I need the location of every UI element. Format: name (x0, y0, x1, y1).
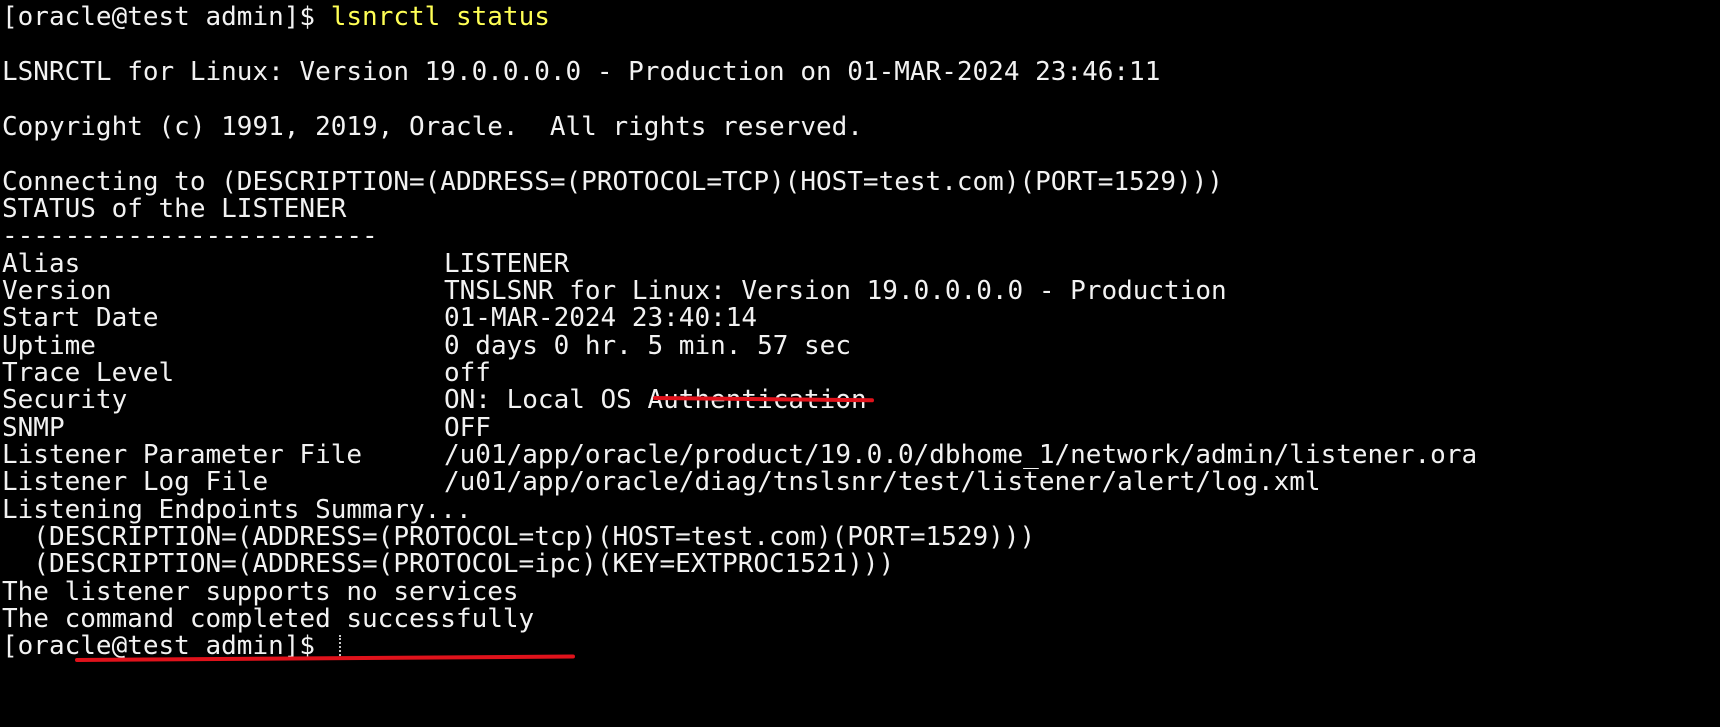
terminal-window[interactable]: [oracle@test admin]$ lsnrctl status LSNR… (0, 0, 1720, 727)
copyright-line: Copyright (c) 1991, 2019, Oracle. All ri… (2, 112, 863, 142)
field-trace-level: Trace Level off (2, 358, 491, 388)
field-log-file: Listener Log File/u01/app/oracle/diag/tn… (2, 467, 1321, 497)
field-value: 0 days 0 hr. 5 min. 57 sec (444, 331, 851, 361)
field-snmp: SNMP OFF (2, 413, 491, 443)
field-label: SNMP (2, 413, 65, 443)
field-alias: Alias LISTENER (2, 249, 569, 279)
field-label: Trace Level (2, 358, 175, 388)
field-label: Uptime (2, 331, 96, 361)
separator-line: ------------------------ (2, 221, 378, 251)
endpoint-ipc: (DESCRIPTION=(ADDRESS=(PROTOCOL=ipc)(KEY… (2, 549, 895, 579)
completed-line: The command completed successfully (2, 604, 535, 634)
field-label: Alias (2, 249, 81, 279)
field-version: Version TNSLSNR for Linux: Version 19.0.0… (2, 276, 1227, 306)
field-parameter-file: Listener Parameter File/u01/app/oracle/p… (2, 440, 1477, 470)
entered-command: lsnrctl status (330, 2, 550, 32)
status-header: STATUS of the LISTENER (2, 194, 347, 224)
no-services-line: The listener supports no services (2, 577, 519, 607)
prompt-line-1: [oracle@test admin]$ lsnrctl status (2, 2, 550, 32)
field-uptime: Uptime 0 days 0 hr. 5 min. 57 sec (2, 331, 851, 361)
field-value: off (444, 358, 491, 388)
field-value: LISTENER (444, 249, 570, 279)
field-value: OFF (444, 413, 491, 443)
field-start-date: Start Date 01-MAR-2024 23:40:14 (2, 303, 757, 333)
field-label: Version (2, 276, 112, 306)
field-label: Security (2, 385, 128, 415)
connecting-line: Connecting to (DESCRIPTION=(ADDRESS=(PRO… (2, 167, 1223, 197)
endpoints-header: Listening Endpoints Summary... (2, 495, 472, 525)
endpoint-tcp: (DESCRIPTION=(ADDRESS=(PROTOCOL=tcp)(HOS… (2, 522, 1036, 552)
field-value: /u01/app/oracle/diag/tnslsnr/test/listen… (444, 467, 1321, 497)
field-label: Listener Parameter File (2, 440, 363, 470)
shell-prompt: [oracle@test admin]$ (2, 2, 331, 32)
field-value: /u01/app/oracle/product/19.0.0/dbhome_1/… (444, 440, 1478, 470)
field-value: 01-MAR-2024 23:40:14 (444, 303, 758, 333)
banner-line: LSNRCTL for Linux: Version 19.0.0.0.0 - … (2, 57, 1161, 87)
field-label: Listener Log File (2, 467, 269, 497)
field-label: Start Date (2, 303, 159, 333)
field-value: TNSLSNR for Linux: Version 19.0.0.0.0 - … (444, 276, 1227, 306)
